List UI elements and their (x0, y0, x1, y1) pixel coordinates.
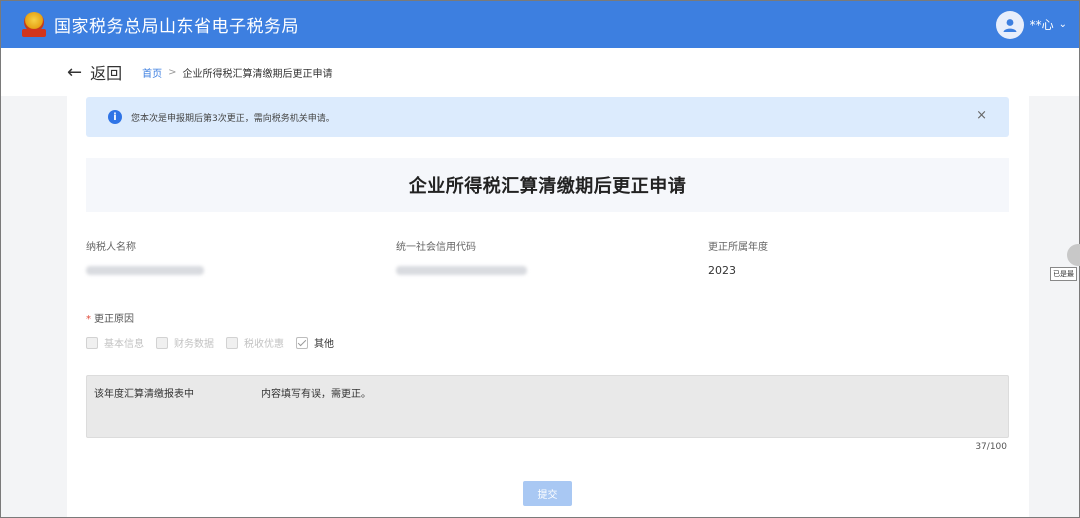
breadcrumb-current: 企业所得税汇算清缴期后更正申请 (182, 68, 333, 80)
reason-text-part1: 该年度汇算清缴报表中 (94, 389, 194, 400)
credit-code-value-redacted (396, 266, 527, 275)
username[interactable]: **心 (1030, 16, 1054, 33)
correction-reason-text: 更正原因 (94, 314, 134, 325)
chevron-down-icon[interactable]: ⌄ (1059, 19, 1067, 30)
taxpayer-name-label: 纳税人名称 (86, 242, 136, 253)
info-icon: i (108, 110, 122, 124)
close-icon[interactable]: × (976, 108, 987, 123)
credit-code-label: 统一社会信用代码 (396, 242, 476, 253)
checkbox-label[interactable]: 财务数据 (174, 335, 214, 350)
checkbox-basic-info[interactable]: 基本信息 (86, 335, 144, 350)
checkbox-box[interactable] (156, 336, 168, 349)
user-menu[interactable]: **心 ⌄ (995, 1, 1079, 48)
correction-year-label: 更正所属年度 (708, 242, 768, 253)
arrow-left-icon[interactable]: ← (67, 62, 82, 83)
top-header: 国家税务总局山东省电子税务局 **心 ⌄ (1, 1, 1079, 48)
taxpayer-name-value-redacted (86, 266, 204, 275)
info-alert: i 您本次是申报期后第3次更正，需向税务机关申请。 × (86, 97, 1009, 137)
checkbox-box[interactable] (86, 336, 98, 349)
correction-reason-label: * 更正原因 (86, 310, 134, 325)
breadcrumb-bar: ← 返回 首页 > 企业所得税汇算清缴期后更正申请 (1, 48, 1079, 96)
checkbox-label[interactable]: 基本信息 (104, 335, 144, 350)
form-title-box: 企业所得税汇算清缴期后更正申请 (86, 158, 1009, 212)
checkbox-box[interactable] (226, 336, 238, 349)
back-button[interactable]: ← 返回 (67, 60, 122, 84)
checkbox-label[interactable]: 税收优惠 (244, 335, 284, 350)
char-counter: 37/100 (975, 442, 1007, 452)
side-tooltip: 已是最 (1050, 267, 1077, 281)
correction-year-value: 2023 (708, 264, 736, 277)
submit-button[interactable]: 提交 (523, 481, 572, 506)
alert-message: 您本次是申报期后第3次更正，需向税务机关申请。 (131, 113, 335, 124)
reason-text-part2: 内容填写有误，需更正。 (261, 389, 371, 400)
checkbox-checked-icon[interactable] (296, 336, 308, 349)
breadcrumb-separator-icon: > (168, 66, 177, 78)
checkbox-other[interactable]: 其他 (296, 335, 334, 350)
reason-textarea[interactable]: 该年度汇算清缴报表中 内容填写有误，需更正。 (86, 375, 1009, 438)
checkbox-financial-data[interactable]: 财务数据 (156, 335, 214, 350)
right-side-panel (1029, 96, 1079, 517)
back-label[interactable]: 返回 (90, 60, 122, 84)
reason-checkbox-group: 基本信息 财务数据 税收优惠 其他 (86, 335, 346, 350)
site-title: 国家税务总局山东省电子税务局 (54, 17, 299, 37)
page-title: 企业所得税汇算清缴期后更正申请 (408, 176, 687, 197)
avatar-icon[interactable] (995, 10, 1024, 39)
checkbox-tax-incentive[interactable]: 税收优惠 (226, 335, 284, 350)
breadcrumb: 首页 > 企业所得税汇算清缴期后更正申请 (142, 65, 332, 80)
required-mark: * (86, 314, 91, 325)
tax-emblem-icon (22, 11, 46, 38)
breadcrumb-home-link[interactable]: 首页 (142, 65, 162, 80)
checkbox-label[interactable]: 其他 (314, 335, 334, 350)
